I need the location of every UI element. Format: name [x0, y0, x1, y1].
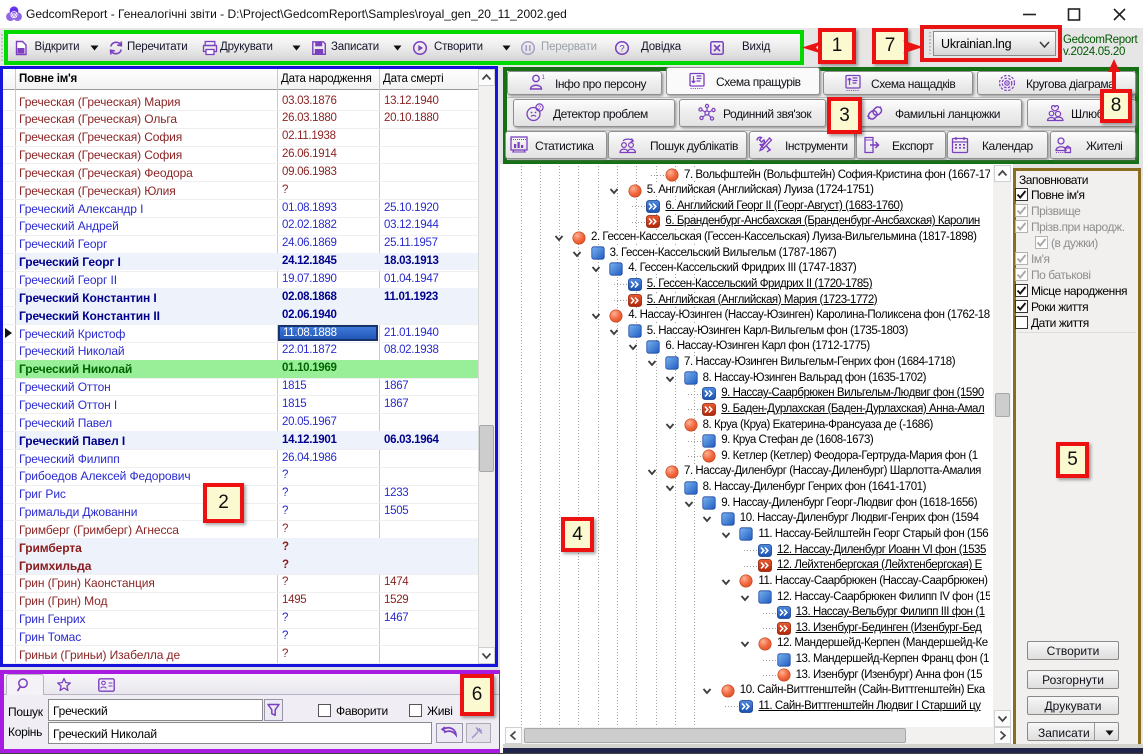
svg-text:?: ? — [619, 44, 624, 55]
svg-text:1: 1 — [542, 75, 546, 81]
